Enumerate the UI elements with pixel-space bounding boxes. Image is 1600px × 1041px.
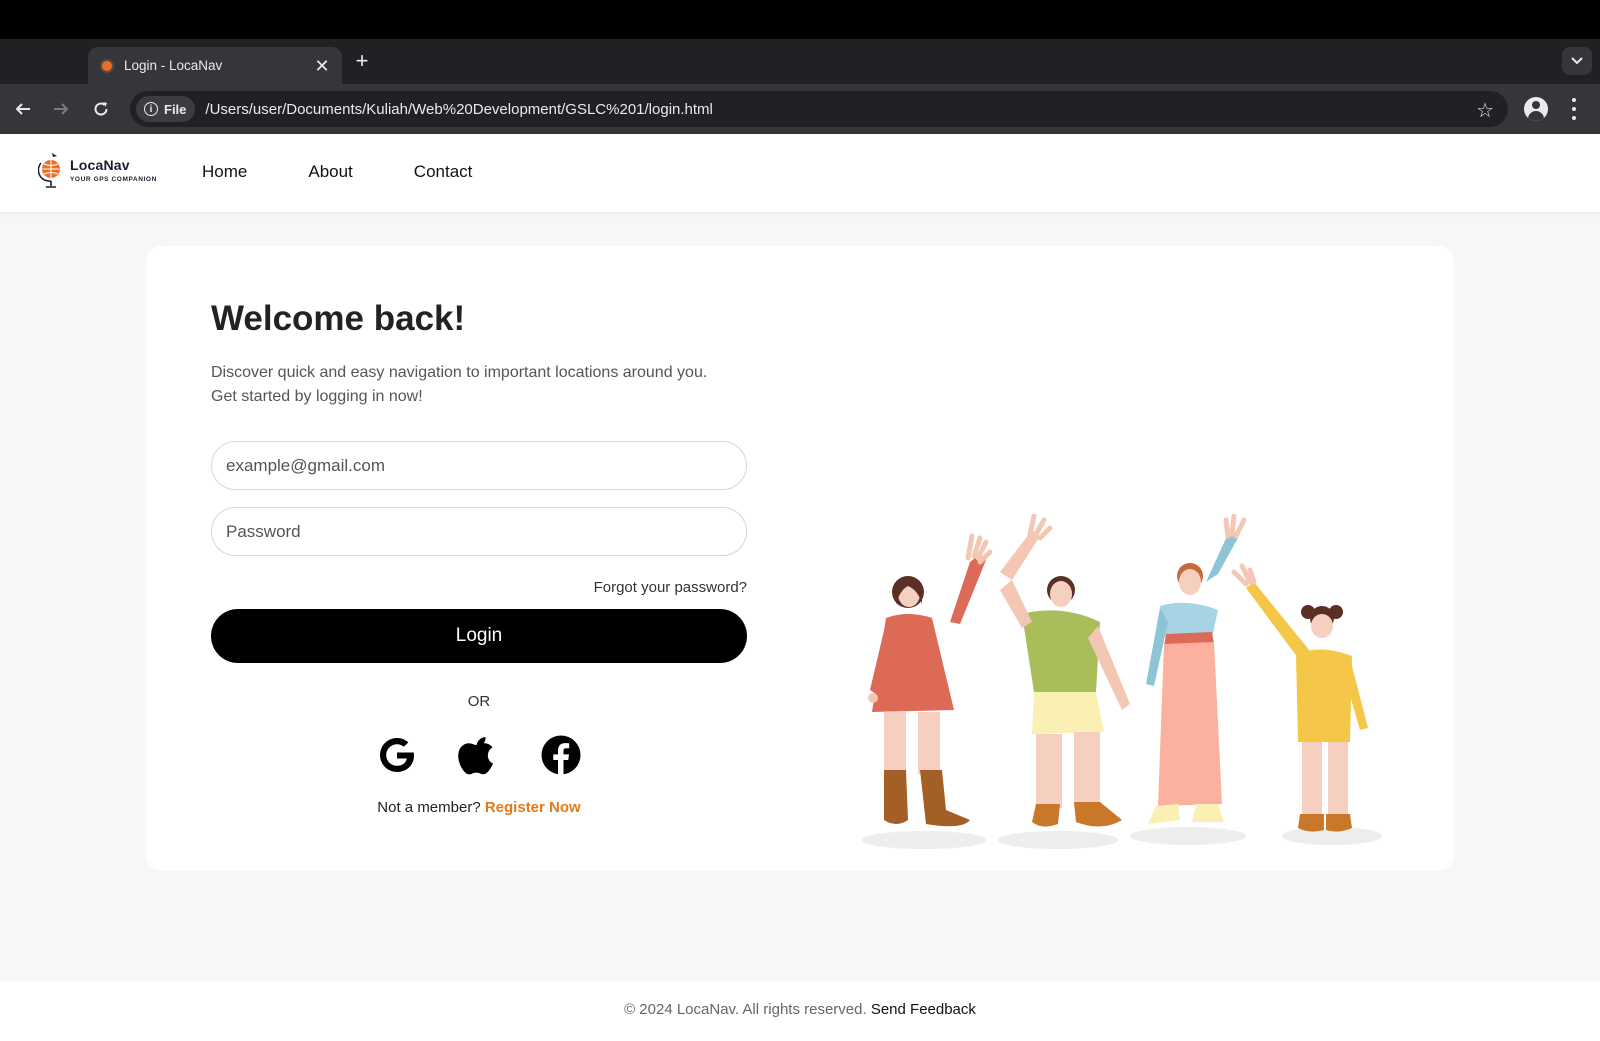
globe-logo-icon xyxy=(38,153,60,188)
or-divider: OR xyxy=(467,693,491,710)
reload-button[interactable] xyxy=(88,96,114,122)
info-icon: i xyxy=(144,102,158,116)
reload-icon xyxy=(94,102,108,116)
logo-tagline: YOUR GPS COMPANION xyxy=(70,176,157,183)
tab-search-button[interactable] xyxy=(1562,47,1592,75)
shadow-2 xyxy=(998,831,1118,849)
site-navbar: LocaNav YOUR GPS COMPANION Home About Co… xyxy=(0,134,1600,212)
browser-toolbar: i File /Users/user/Documents/Kuliah/Web%… xyxy=(0,84,1600,134)
address-bar[interactable]: i File /Users/user/Documents/Kuliah/Web%… xyxy=(130,91,1508,127)
nav-contact-link[interactable]: Contact xyxy=(414,162,473,182)
social-login-buttons xyxy=(376,734,622,776)
screen-top-bar xyxy=(0,0,1600,39)
nav-links: Home About Contact xyxy=(202,162,533,182)
new-tab-button[interactable]: + xyxy=(352,49,372,73)
back-button[interactable] xyxy=(10,96,36,122)
url-text: /Users/user/Documents/Kuliah/Web%20Devel… xyxy=(205,100,713,118)
site-footer: © 2024 LocaNav. All rights reserved. Sen… xyxy=(0,981,1600,1041)
copyright-text: © 2024 LocaNav. All rights reserved. xyxy=(624,1001,867,1018)
person-blue-shirt xyxy=(1146,514,1247,824)
shadow-1 xyxy=(862,831,986,849)
shadow-3 xyxy=(1130,827,1246,845)
browser-tab[interactable]: Login - LocaNav ✕ xyxy=(88,47,342,84)
person-yellow-shirt xyxy=(1231,563,1368,832)
person-red-dress xyxy=(868,533,993,827)
password-field[interactable] xyxy=(211,507,747,556)
login-description: Discover quick and easy navigation to im… xyxy=(211,361,731,409)
facebook-icon[interactable] xyxy=(540,734,582,776)
forward-button[interactable] xyxy=(48,96,74,122)
apple-icon[interactable] xyxy=(458,734,500,776)
arrow-left-icon xyxy=(15,103,30,115)
bookmark-star-icon[interactable]: ☆ xyxy=(1476,98,1494,123)
site-info-chip[interactable]: i File xyxy=(136,96,196,122)
logo[interactable]: LocaNav YOUR GPS COMPANION xyxy=(38,151,157,189)
description-line-1: Discover quick and easy navigation to im… xyxy=(211,364,708,381)
forgot-password-link[interactable]: Forgot your password? xyxy=(211,579,747,596)
logo-name: LocaNav xyxy=(70,157,130,173)
arrow-right-icon xyxy=(54,103,69,115)
login-button[interactable]: Login xyxy=(211,609,747,663)
close-tab-button[interactable]: ✕ xyxy=(312,57,332,75)
profile-avatar-icon[interactable] xyxy=(1524,97,1548,121)
register-prefix: Not a member? xyxy=(377,799,481,816)
page-title: Welcome back! xyxy=(211,299,466,338)
chevron-down-icon xyxy=(1571,57,1583,65)
email-field[interactable] xyxy=(211,441,747,490)
register-now-link[interactable]: Register Now xyxy=(485,799,581,816)
send-feedback-link[interactable]: Send Feedback xyxy=(871,1001,976,1018)
person-green-shirt xyxy=(1000,514,1130,827)
page: LocaNav YOUR GPS COMPANION Home About Co… xyxy=(0,134,1600,1041)
google-icon[interactable] xyxy=(376,734,418,776)
nav-about-link[interactable]: About xyxy=(308,162,352,182)
favicon-icon xyxy=(102,60,112,71)
register-prompt: Not a member? Register Now xyxy=(211,799,747,816)
nav-home-link[interactable]: Home xyxy=(202,162,247,182)
browser-tab-bar: Login - LocaNav ✕ xyxy=(0,39,1600,84)
tab-title: Login - LocaNav xyxy=(124,58,223,73)
people-waving-illustration xyxy=(862,514,1382,849)
description-line-2: Get started by logging in now! xyxy=(211,388,423,405)
file-label: File xyxy=(164,101,187,117)
browser-menu-icon[interactable] xyxy=(1572,98,1576,120)
